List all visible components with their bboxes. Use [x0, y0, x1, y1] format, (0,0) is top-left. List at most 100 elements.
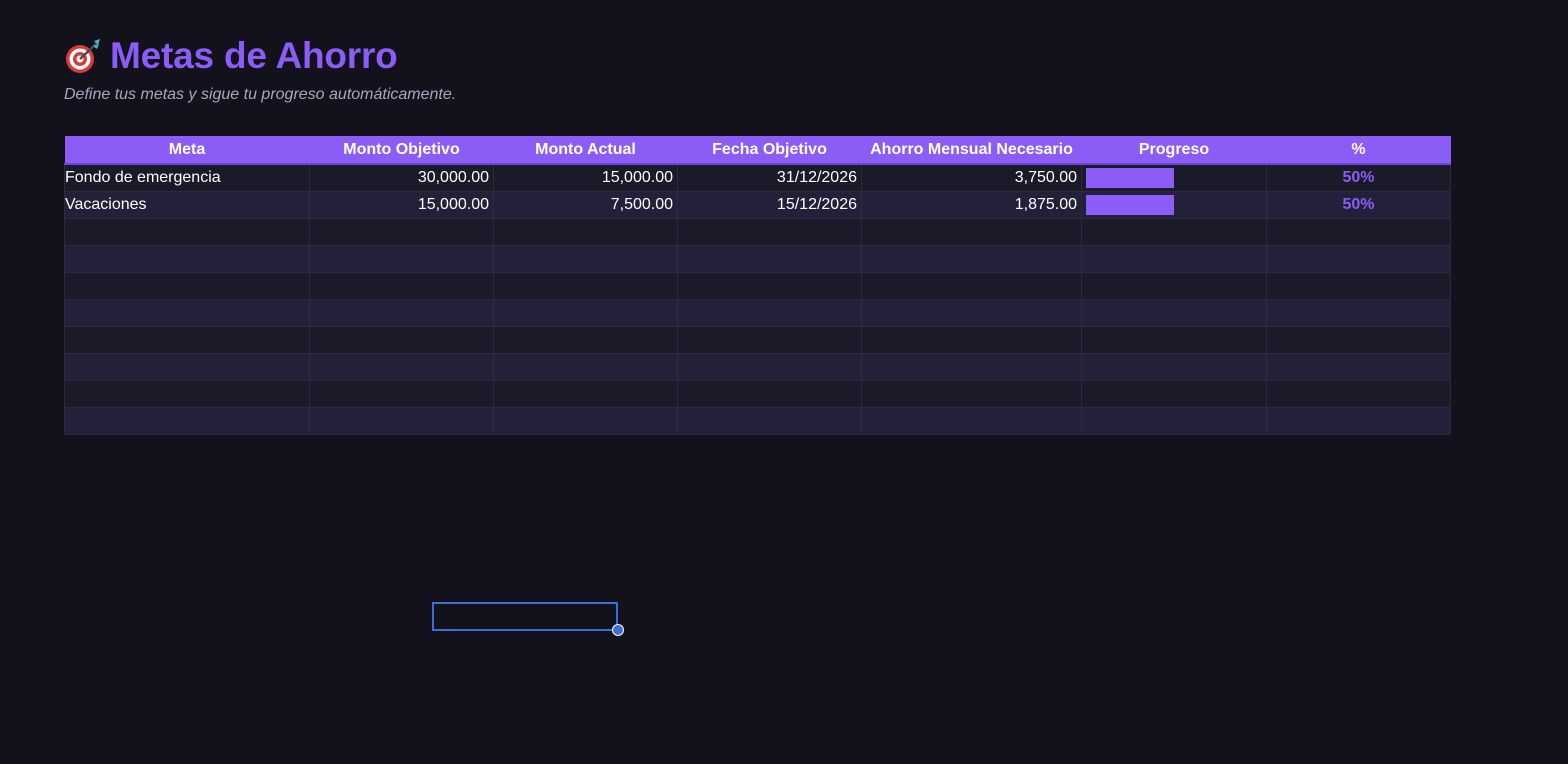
empty-cell[interactable]: [309, 353, 494, 381]
empty-cell[interactable]: [1266, 218, 1451, 246]
progress-bar-fill: [1086, 195, 1174, 215]
column-header-fecha-objetivo[interactable]: Fecha Objetivo: [677, 136, 862, 165]
cell-monto-objetivo[interactable]: 15,000.00: [309, 191, 494, 219]
cell-ahorro-mensual[interactable]: 1,875.00: [861, 191, 1082, 219]
empty-table-row: [64, 272, 1451, 300]
page-title: Metas de Ahorro: [110, 35, 398, 76]
empty-table-row: [64, 245, 1451, 273]
empty-cell[interactable]: [309, 326, 494, 354]
empty-cell[interactable]: [493, 380, 678, 408]
empty-cell[interactable]: [64, 299, 310, 327]
cell-selection-box[interactable]: [432, 602, 618, 631]
cell-fecha-objetivo[interactable]: 31/12/2026: [677, 163, 862, 192]
empty-cell[interactable]: [861, 272, 1082, 300]
empty-cell[interactable]: [677, 218, 862, 246]
empty-cell[interactable]: [493, 245, 678, 273]
empty-cell[interactable]: [64, 218, 310, 246]
empty-cell[interactable]: [677, 299, 862, 327]
table-body: Fondo de emergencia 30,000.00 15,000.00 …: [64, 163, 1451, 435]
empty-cell[interactable]: [1081, 272, 1267, 300]
empty-cell[interactable]: [861, 299, 1082, 327]
dart-target-icon: [64, 37, 102, 75]
empty-cell[interactable]: [64, 326, 310, 354]
empty-cell[interactable]: [493, 407, 678, 435]
column-header-ahorro-mensual[interactable]: Ahorro Mensual Necesario: [861, 136, 1082, 165]
empty-cell[interactable]: [1081, 353, 1267, 381]
empty-cell[interactable]: [493, 326, 678, 354]
cell-ahorro-mensual[interactable]: 3,750.00: [861, 163, 1082, 192]
column-header-monto-objetivo[interactable]: Monto Objetivo: [309, 136, 494, 165]
column-header-meta[interactable]: Meta: [64, 136, 310, 165]
empty-cell[interactable]: [309, 380, 494, 408]
empty-cell[interactable]: [1081, 380, 1267, 408]
column-header-progreso[interactable]: Progreso: [1081, 136, 1267, 165]
empty-cell[interactable]: [493, 353, 678, 381]
progress-bar: [1086, 195, 1262, 215]
empty-cell[interactable]: [64, 380, 310, 408]
cell-monto-actual[interactable]: 15,000.00: [493, 163, 678, 192]
empty-cell[interactable]: [1081, 326, 1267, 354]
empty-cell[interactable]: [1081, 299, 1267, 327]
cell-monto-actual[interactable]: 7,500.00: [493, 191, 678, 219]
empty-cell[interactable]: [861, 326, 1082, 354]
empty-cell[interactable]: [64, 245, 310, 273]
empty-cell[interactable]: [861, 245, 1082, 273]
empty-cell[interactable]: [493, 218, 678, 246]
table-row: Fondo de emergencia 30,000.00 15,000.00 …: [64, 163, 1451, 192]
empty-cell[interactable]: [309, 245, 494, 273]
empty-table-row: [64, 326, 1451, 354]
fill-handle[interactable]: [612, 624, 624, 636]
empty-cell[interactable]: [309, 407, 494, 435]
empty-cell[interactable]: [64, 407, 310, 435]
empty-cell[interactable]: [677, 407, 862, 435]
empty-cell[interactable]: [861, 353, 1082, 381]
savings-goals-table: Meta Monto Objetivo Monto Actual Fecha O…: [64, 136, 1451, 435]
column-header-monto-actual[interactable]: Monto Actual: [493, 136, 678, 165]
empty-cell[interactable]: [677, 353, 862, 381]
empty-cell[interactable]: [677, 245, 862, 273]
empty-cell[interactable]: [493, 299, 678, 327]
spreadsheet-page: Metas de Ahorro Define tus metas y sigue…: [0, 0, 1568, 764]
empty-cell[interactable]: [861, 407, 1082, 435]
table-row: Vacaciones 15,000.00 7,500.00 15/12/2026…: [64, 191, 1451, 219]
progress-bar-fill: [1086, 168, 1174, 188]
empty-cell[interactable]: [1266, 353, 1451, 381]
empty-cell[interactable]: [64, 272, 310, 300]
empty-cell[interactable]: [1266, 272, 1451, 300]
cell-meta[interactable]: Vacaciones: [64, 191, 310, 219]
column-header-percent[interactable]: %: [1266, 136, 1451, 165]
cell-progreso[interactable]: [1081, 191, 1267, 219]
empty-table-row: [64, 218, 1451, 246]
empty-cell[interactable]: [493, 272, 678, 300]
empty-cell[interactable]: [1266, 380, 1451, 408]
empty-cell[interactable]: [1081, 407, 1267, 435]
empty-cell[interactable]: [1266, 245, 1451, 273]
empty-cell[interactable]: [1266, 299, 1451, 327]
empty-table-row: [64, 299, 1451, 327]
cell-progreso[interactable]: [1081, 163, 1267, 192]
progress-bar: [1086, 168, 1262, 188]
empty-cell[interactable]: [309, 299, 494, 327]
cell-fecha-objetivo[interactable]: 15/12/2026: [677, 191, 862, 219]
empty-cell[interactable]: [309, 218, 494, 246]
cell-percent[interactable]: 50%: [1266, 191, 1451, 219]
empty-cell[interactable]: [1081, 245, 1267, 273]
page-subtitle: Define tus metas y sigue tu progreso aut…: [64, 86, 457, 103]
cell-percent[interactable]: 50%: [1266, 163, 1451, 192]
empty-table-row: [64, 380, 1451, 408]
empty-cell[interactable]: [677, 326, 862, 354]
cell-monto-objetivo[interactable]: 30,000.00: [309, 163, 494, 192]
empty-cell[interactable]: [861, 218, 1082, 246]
empty-cell[interactable]: [677, 272, 862, 300]
empty-cell[interactable]: [64, 353, 310, 381]
empty-cell[interactable]: [1266, 326, 1451, 354]
empty-cell[interactable]: [1081, 218, 1267, 246]
empty-cell[interactable]: [677, 380, 862, 408]
empty-cell[interactable]: [1266, 407, 1451, 435]
empty-cell[interactable]: [309, 272, 494, 300]
empty-table-row: [64, 407, 1451, 435]
empty-cell[interactable]: [861, 380, 1082, 408]
title-row: Metas de Ahorro: [64, 34, 398, 78]
header-row: Meta Monto Objetivo Monto Actual Fecha O…: [64, 136, 1451, 165]
cell-meta[interactable]: Fondo de emergencia: [64, 163, 310, 192]
